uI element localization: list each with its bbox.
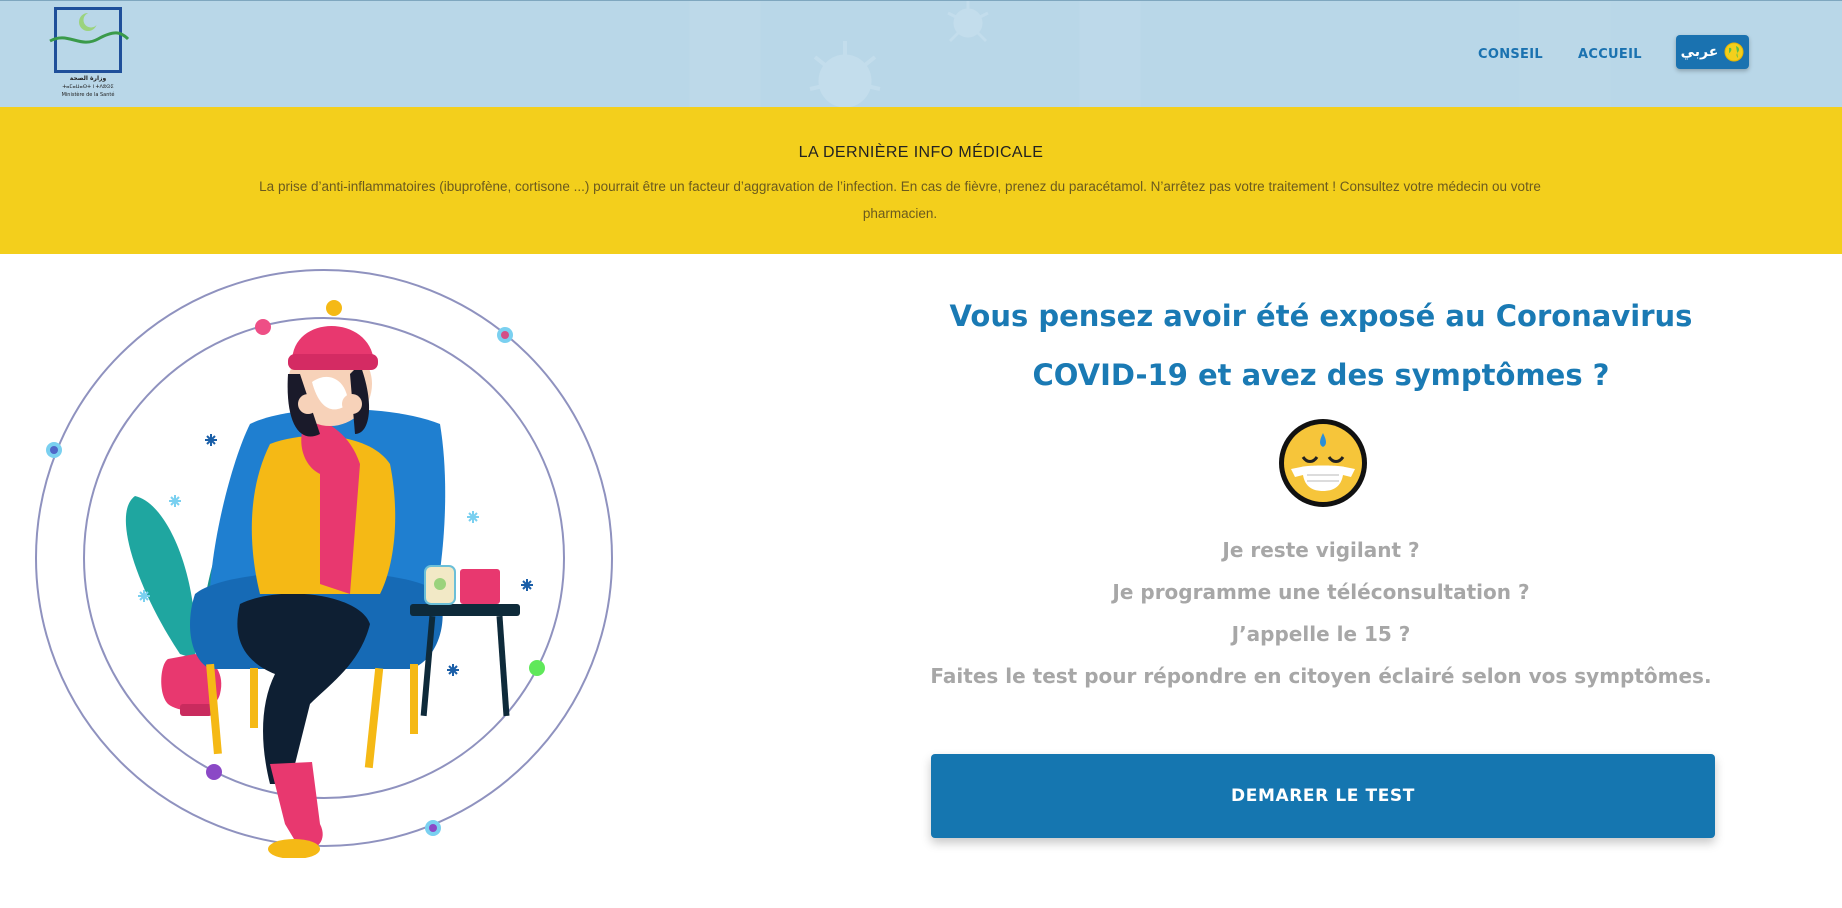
logo-text-french: Ministère de la Santé [61, 92, 115, 98]
medical-info-banner: LA DERNIÈRE INFO MÉDICALE La prise d’ant… [0, 107, 1842, 254]
start-test-label: DEMARER LE TEST [1231, 786, 1415, 806]
logo-text-tifinagh: ⵜⴰⵎⴰⵡⴰⵙⵜ ⵏ ⵜⴷⵓⵙⵉ [62, 84, 114, 90]
sick-person-illustration [35, 269, 613, 858]
banner-title: LA DERNIÈRE INFO MÉDICALE [798, 144, 1044, 161]
start-test-button[interactable]: DEMARER LE TEST [931, 754, 1715, 838]
logo-text-arabic: وزارة الصحة [69, 75, 107, 82]
language-label: عربي [1680, 44, 1719, 60]
crescent-wave-icon [49, 12, 130, 44]
masked-face-emoji-icon [1279, 419, 1367, 507]
question-call-15: J’appelle le 15 ? [1231, 622, 1411, 646]
question-teleconsultation: Je programme une téléconsultation ? [1112, 580, 1530, 604]
nav-accueil-link[interactable]: ACCUEIL [1578, 47, 1642, 62]
globe-icon [1724, 42, 1744, 62]
ministry-logo[interactable]: وزارة الصحة ⵜⴰⵎⴰⵡⴰⵙⵜ ⵏ ⵜⴷⵓⵙⵉ Ministère d… [46, 5, 130, 101]
question-take-test: Faites le test pour répondre en citoyen … [930, 664, 1712, 688]
language-switch-button[interactable]: عربي [1676, 35, 1749, 69]
virus-background-decoration [689, 1, 1611, 107]
nav-conseil-link[interactable]: CONSEIL [1478, 47, 1543, 62]
top-navbar: وزارة الصحة ⵜⴰⵎⴰⵡⴰⵙⵜ ⵏ ⵜⴷⵓⵙⵉ Ministère d… [0, 0, 1842, 107]
main-headline: Vous pensez avoir été exposé au Coronavi… [949, 299, 1693, 392]
question-vigilant: Je reste vigilant ? [1222, 538, 1420, 562]
banner-text: La prise d’anti-inflammatoires (ibuprofè… [259, 179, 1541, 221]
